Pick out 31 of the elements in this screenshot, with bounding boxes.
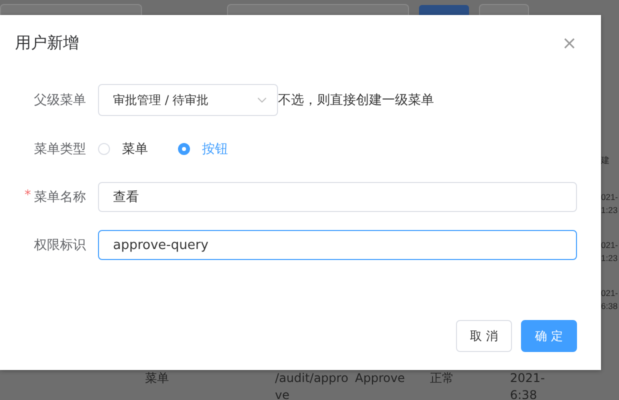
table-cell-text: /audit/appro (275, 370, 350, 387)
table-cell-text: Approve (355, 370, 406, 387)
search-button[interactable] (419, 5, 469, 15)
table-cell: 1:23 (601, 205, 619, 215)
dialog-title: 用户新增 (15, 33, 79, 54)
table-cell-text: 建 (601, 155, 611, 167)
table-cell: 021- (601, 240, 619, 250)
table-cell-text: 菜单 (145, 370, 170, 387)
field-label: 菜单类型 (34, 141, 86, 158)
table-cell: 1:23 (601, 253, 619, 263)
required-mark: * (24, 188, 31, 205)
table-cell: 6:38 (601, 301, 619, 311)
table-cell: 021- (601, 192, 619, 202)
input-field[interactable]: approve-query (98, 230, 577, 260)
field-label: 菜单名称 (34, 189, 86, 206)
table-cell-text: ve (275, 387, 290, 400)
chevron-down-icon (257, 97, 267, 103)
parent-menu-select[interactable]: 审批管理 / 待审批 (98, 84, 278, 116)
search-field[interactable] (0, 4, 142, 15)
input-field[interactable]: 查看 (98, 182, 577, 212)
table-cell-text: 6:38 (510, 387, 538, 400)
table-cell: 021- (601, 288, 619, 298)
cancel-button[interactable]: 取 消 (456, 320, 512, 352)
table-cell-text: 正常 (430, 370, 455, 387)
field-label: 父级菜单 (34, 92, 86, 109)
table-cell-text: 2021- (510, 370, 546, 387)
hint-text: 不选，则直接创建一级菜单 (278, 92, 434, 109)
field-label: 权限标识 (34, 237, 86, 254)
search-field[interactable] (227, 4, 409, 15)
reset-button[interactable] (479, 4, 529, 15)
radio-option[interactable]: 菜单 (98, 140, 148, 158)
